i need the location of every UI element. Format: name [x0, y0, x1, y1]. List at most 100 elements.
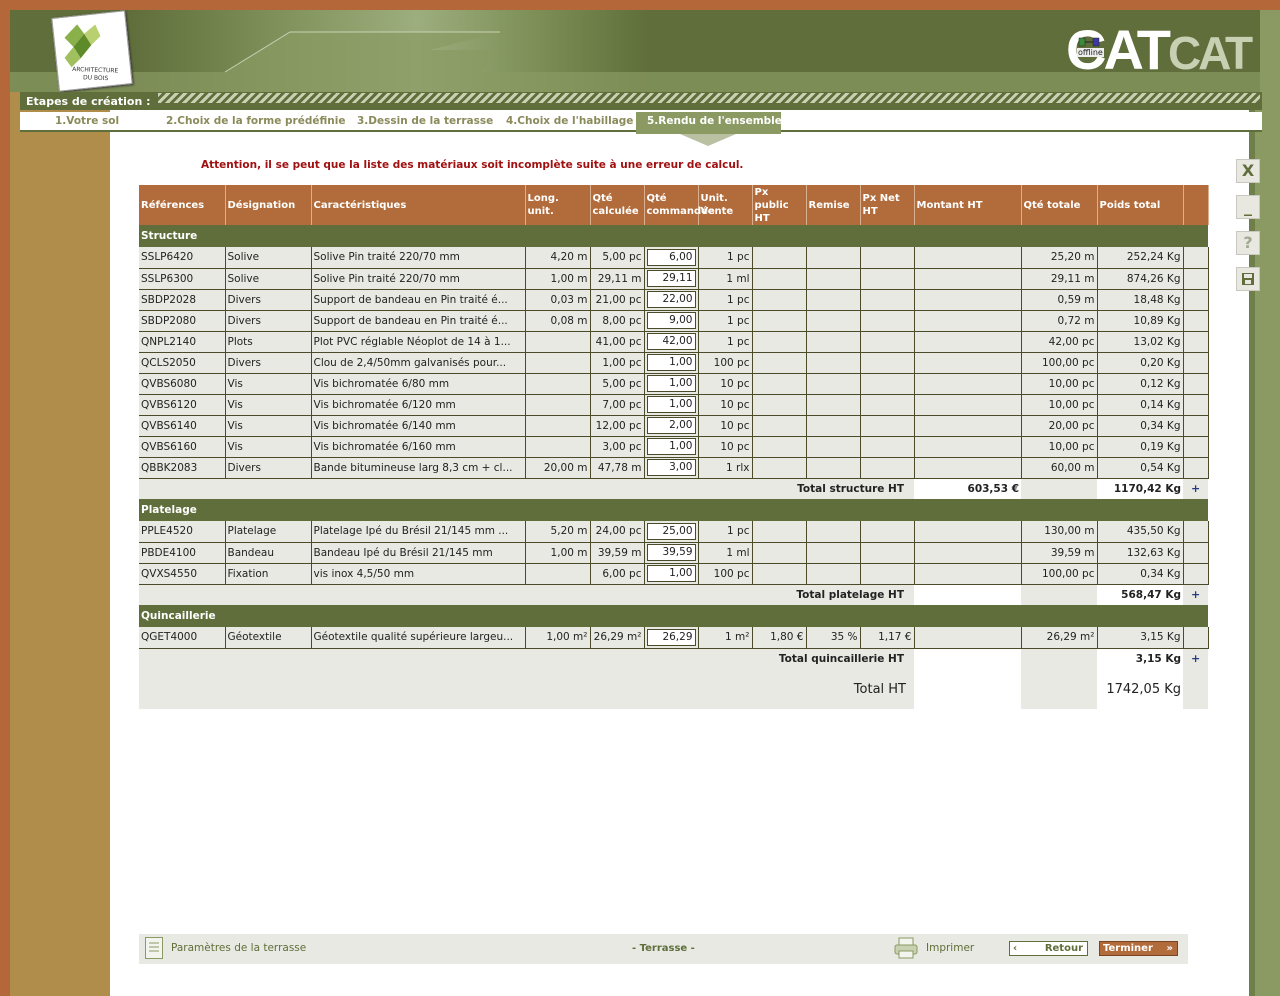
qty-ordered-cell: 29,11 [644, 268, 699, 290]
table-cell: 3,15 Kg [1097, 627, 1184, 649]
document-icon[interactable] [145, 937, 163, 959]
table-cell: 18,48 Kg [1097, 289, 1184, 311]
table-row: QNPL2140 Plots Plot PVC réglable Néoplot d… [139, 331, 1209, 353]
qty-ordered-input[interactable]: 25,00 [646, 522, 696, 540]
finish-button-label: Terminer [1103, 943, 1153, 954]
table-cell [806, 289, 861, 311]
section-total-weight: 1170,42 Kg [1097, 478, 1183, 499]
expand-plus-icon[interactable]: + [1191, 653, 1200, 664]
table-cell [914, 436, 1022, 458]
step-5-rendu-ensemble[interactable]: 5.Rendu de l'ensemble [647, 115, 782, 127]
table-cell: 1 pc [698, 289, 753, 311]
expand-plus-icon[interactable]: + [1191, 589, 1200, 600]
double-chevron-right-icon: » [1166, 943, 1173, 954]
table-cell [914, 352, 1022, 374]
table-cell: 29,11 m [1021, 268, 1098, 290]
qty-ordered-input[interactable]: 22,00 [646, 291, 696, 308]
qty-ordered-input[interactable]: 1,00 [646, 354, 696, 371]
table-cell [914, 415, 1022, 437]
qty-ordered-input[interactable]: 1,00 [646, 375, 696, 392]
expand-plus-icon[interactable]: + [1191, 483, 1200, 494]
qty-ordered-input[interactable]: 1,00 [646, 396, 696, 413]
table-cell [806, 436, 861, 458]
table-cell: Vis [225, 415, 312, 437]
table-cell [860, 436, 915, 458]
step-1-votre-sol[interactable]: 1.Votre sol [55, 115, 119, 127]
qty-ordered-cell: 3,00 [644, 457, 699, 479]
row-actions-cell [1183, 268, 1209, 290]
terrace-parameters-link[interactable]: Paramètres de la terrasse [171, 942, 306, 954]
qty-ordered-input[interactable]: 39,59 [646, 544, 696, 561]
table-cell: 10 pc [698, 373, 753, 395]
back-button[interactable]: ‹ Retour [1009, 941, 1088, 956]
table-cell: 0,34 Kg [1097, 415, 1184, 437]
table-cell: 20,00 m [525, 457, 591, 479]
table-cell: 1,00 m [525, 268, 591, 290]
table-cell: Bandeau [225, 542, 312, 564]
table-cell [860, 563, 915, 585]
save-icon [1242, 273, 1254, 285]
section-total-label: Total platelage HT [139, 584, 914, 605]
table-cell [806, 542, 861, 564]
table-cell: 1 ml [698, 542, 753, 564]
step-2-forme-predefinie[interactable]: 2.Choix de la forme prédéfinie [166, 115, 345, 127]
table-cell: 3,00 pc [590, 436, 645, 458]
table-cell: 47,78 m [590, 457, 645, 479]
table-cell: Clou de 2,4/50mm galvanisés pour... [311, 352, 526, 374]
qty-ordered-input[interactable]: 1,00 [646, 565, 696, 582]
table-cell [860, 247, 915, 269]
table-cell: 10,00 pc [1021, 373, 1098, 395]
row-actions-cell [1183, 436, 1209, 458]
close-button[interactable]: X [1236, 159, 1260, 183]
qty-ordered-input[interactable]: 29,11 [646, 270, 696, 287]
section-total-row: Total quincaillerie HT 3,15 Kg + [139, 648, 1208, 669]
table-cell: 100 pc [698, 563, 753, 585]
qty-ordered-input[interactable]: 9,00 [646, 312, 696, 329]
qty-ordered-input[interactable]: 3,00 [646, 459, 696, 476]
row-actions-cell [1183, 521, 1209, 543]
table-cell: QGET4000 [139, 627, 226, 649]
table-cell: 26,29 m² [1021, 627, 1098, 649]
table-cell [860, 415, 915, 437]
table-cell [806, 331, 861, 353]
help-button[interactable]: ? [1236, 231, 1260, 255]
qty-ordered-input[interactable]: 26,29 [646, 628, 696, 646]
table-cell: 130,00 m [1021, 521, 1098, 543]
table-cell: 5,20 m [525, 521, 591, 543]
qty-ordered-input[interactable]: 2,00 [646, 417, 696, 434]
printer-icon[interactable] [893, 936, 919, 960]
table-cell: 7,00 pc [590, 394, 645, 416]
table-header-row: Références Désignation Caractéristiques … [139, 185, 1209, 225]
print-link[interactable]: Imprimer [926, 942, 974, 954]
finish-button[interactable]: Terminer » [1099, 941, 1178, 956]
table-cell: 1 rlx [698, 457, 753, 479]
section-total-expand-cell: + [1183, 584, 1208, 605]
qty-ordered-input[interactable]: 42,00 [646, 333, 696, 350]
save-button[interactable] [1236, 267, 1260, 291]
table-cell: 0,54 Kg [1097, 457, 1184, 479]
qty-ordered-input[interactable]: 6,00 [646, 248, 696, 266]
table-cell [752, 457, 807, 479]
table-cell: Vis [225, 373, 312, 395]
table-row: SSLP6300 Solive Solive Pin traité 220/70 m… [139, 268, 1209, 290]
step-4-habillage[interactable]: 4.Choix de l'habillage [506, 115, 633, 127]
col-montant-ht: Montant HT [914, 185, 1022, 225]
table-cell: 10 pc [698, 436, 753, 458]
minimize-button[interactable]: _ [1236, 195, 1260, 219]
table-cell [752, 352, 807, 374]
qty-ordered-cell: 1,00 [644, 373, 699, 395]
table-row: SBDP2080 Divers Support de bandeau en Pin … [139, 310, 1209, 332]
row-actions-cell [1183, 373, 1209, 395]
table-cell: 10,00 pc [1021, 436, 1098, 458]
active-step-arrow [680, 134, 736, 146]
section-total-amount: 603,53 € [914, 478, 1021, 499]
table-cell [860, 521, 915, 543]
col-qte-commandee: Qté commandée [644, 185, 715, 225]
step-3-dessin-terrasse[interactable]: 3.Dessin de la terrasse [357, 115, 493, 127]
table-cell: Support de bandeau en Pin traité é... [311, 310, 526, 332]
col-remise: Remise [806, 185, 861, 225]
grand-total-spacer [1021, 669, 1097, 709]
section-title: Quincaillerie [139, 605, 1208, 627]
qty-ordered-input[interactable]: 1,00 [646, 438, 696, 455]
table-cell: 29,11 m [590, 268, 645, 290]
